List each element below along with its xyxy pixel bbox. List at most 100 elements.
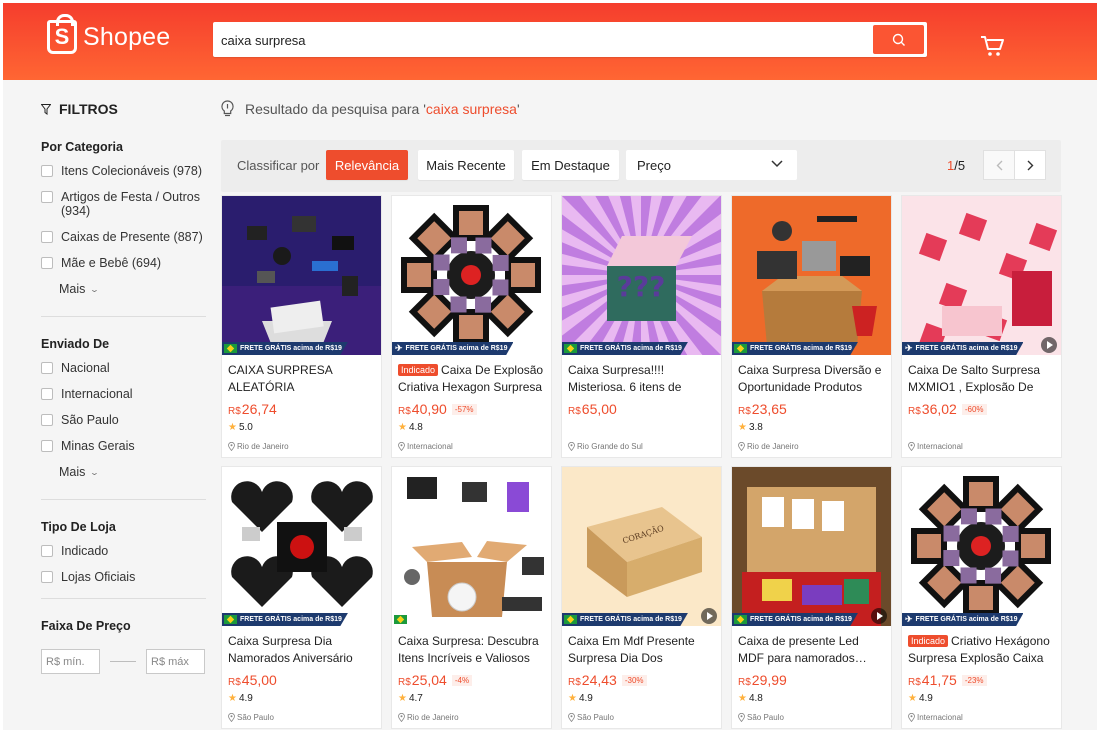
product-price: R$ 25,04 -4% — [398, 672, 473, 688]
search-icon — [892, 33, 905, 46]
price-sort-label: Preço — [637, 157, 671, 173]
checkbox[interactable] — [41, 440, 53, 452]
checkbox[interactable] — [41, 388, 53, 400]
product-rating: ★ 5.0 — [228, 422, 253, 433]
sort-recent-button[interactable]: Mais Recente — [418, 150, 514, 180]
product-card[interactable]: FRETE GRÁTIS acima de R$19 Caixa Surpresa… — [221, 466, 382, 729]
play-icon[interactable] — [871, 608, 887, 624]
filter-title: FILTROS — [59, 101, 118, 117]
filter-option[interactable]: Internacional — [41, 387, 206, 401]
product-card[interactable]: ✈ FRETE GRÁTIS acima de R$19 Indicado Criat… — [901, 466, 1062, 729]
cart-icon[interactable] — [979, 33, 1005, 59]
category-more-button[interactable]: Mais ⌄ — [59, 282, 206, 296]
filter-sidebar: FILTROS Por Categoria Itens Colecionávei… — [41, 98, 206, 674]
product-rating: ★ 3.8 — [738, 422, 763, 433]
location-text: Internacional — [917, 442, 963, 451]
product-name[interactable]: Indicado Caixa De Explosão Criativa Hexag… — [398, 362, 545, 396]
product-image[interactable]: ✈ FRETE GRÁTIS acima de R$19 — [902, 467, 1061, 626]
checkbox[interactable] — [41, 571, 53, 583]
product-image[interactable]: ✈ FRETE GRÁTIS acima de R$19 — [392, 196, 551, 355]
checkbox[interactable] — [41, 362, 53, 374]
product-image[interactable]: ??? FRETE GRÁTIS acima de R$19 — [562, 196, 721, 355]
price-value: 26,74 — [241, 401, 277, 417]
product-rating: ★ 4.9 — [908, 693, 933, 704]
product-name[interactable]: Caixa Em Mdf Presente Surpresa Dia Dos — [568, 633, 715, 667]
filter-option[interactable]: Minas Gerais — [41, 439, 206, 453]
price-sort-select[interactable]: Preço — [626, 150, 797, 180]
product-name[interactable]: Caixa De Salto Surpresa MXMIO1 , Explosã… — [908, 362, 1055, 396]
product-image[interactable]: CORAÇÃO FRETE GRÁTIS acima de R$19 — [562, 467, 721, 626]
rating-value: 4.9 — [238, 693, 253, 704]
shopee-logo[interactable]: S Shopee — [47, 14, 170, 54]
checkbox[interactable] — [41, 414, 53, 426]
play-icon[interactable] — [1041, 337, 1057, 353]
product-name[interactable]: Caixa Surpresa Dia Namorados Aniversário — [228, 633, 375, 667]
location-pin-icon — [568, 442, 575, 451]
price-max-input[interactable]: R$ máx — [146, 649, 205, 674]
product-location: São Paulo — [738, 713, 784, 722]
product-name[interactable]: Caixa de presente Led MDF para namorados… — [738, 633, 885, 667]
filter-option[interactable]: Mãe e Bebê (694) — [41, 256, 206, 270]
product-price: R$ 26,74 — [228, 401, 277, 417]
filter-option[interactable]: Artigos de Festa / Outros (934) — [41, 190, 206, 218]
search-input[interactable] — [221, 30, 861, 50]
product-image[interactable]: FRETE GRÁTIS acima de R$19 — [732, 196, 891, 355]
filter-option[interactable]: Itens Colecionáveis (978) — [41, 164, 206, 178]
product-image[interactable]: FRETE GRÁTIS acima de R$19 — [222, 196, 381, 355]
product-name[interactable]: Caixa Surpresa!!!! Misteriosa. 6 itens d… — [568, 362, 715, 396]
search-button[interactable] — [873, 25, 924, 54]
product-card[interactable]: ✈ FRETE GRÁTIS acima de R$19 Caixa De Salt… — [901, 195, 1062, 458]
product-location: São Paulo — [228, 713, 274, 722]
free-shipping-label: FRETE GRÁTIS acima de R$19 — [750, 345, 852, 352]
product-image[interactable]: ✈ FRETE GRÁTIS acima de R$19 — [902, 196, 1061, 355]
filter-option-label: Mãe e Bebê (694) — [61, 256, 162, 270]
prev-page-button[interactable] — [983, 150, 1015, 180]
checkbox[interactable] — [41, 257, 53, 269]
checkbox[interactable] — [41, 165, 53, 177]
product-name[interactable]: CAIXA SURPRESA ALEATÓRIA — [228, 362, 375, 396]
checkbox[interactable] — [41, 231, 53, 243]
location-pin-icon — [398, 442, 405, 451]
filter-option[interactable]: São Paulo — [41, 413, 206, 427]
product-location: São Paulo — [568, 713, 614, 722]
sort-featured-button[interactable]: Em Destaque — [522, 150, 619, 180]
product-image[interactable]: FRETE GRÁTIS acima de R$19 — [732, 467, 891, 626]
free-shipping-tag: FRETE GRÁTIS acima de R$19 — [222, 613, 348, 626]
product-image[interactable] — [392, 467, 551, 626]
product-name[interactable]: Caixa Surpresa: Descubra Itens Incríveis… — [398, 633, 545, 667]
category-section-title: Por Categoria — [41, 140, 123, 154]
product-card[interactable]: FRETE GRÁTIS acima de R$19 Caixa Surpresa… — [731, 195, 892, 458]
price-value: 45,00 — [241, 672, 277, 688]
chevron-down-icon: ⌄ — [89, 467, 100, 477]
product-card[interactable]: CORAÇÃO FRETE GRÁTIS acima de R$19 Caixa E… — [561, 466, 722, 729]
page-frame: S Shopee FILTROS Por Categoria Itens Col… — [3, 3, 1097, 730]
location-text: São Paulo — [237, 713, 274, 722]
product-card[interactable]: Caixa Surpresa: Descubra Itens Incríveis… — [391, 466, 552, 729]
product-location: Internacional — [398, 442, 453, 451]
product-card[interactable]: FRETE GRÁTIS acima de R$19 Caixa de prese… — [731, 466, 892, 729]
filter-option-label: Indicado — [61, 544, 109, 558]
product-name[interactable]: Caixa Surpresa Diversão e Oportunidade P… — [738, 362, 885, 396]
product-card[interactable]: FRETE GRÁTIS acima de R$19 CAIXA SURPRESA… — [221, 195, 382, 458]
product-card[interactable]: ??? FRETE GRÁTIS acima de R$19 Caixa Surpr… — [561, 195, 722, 458]
product-card[interactable]: ✈ FRETE GRÁTIS acima de R$19 Indicado Caixa… — [391, 195, 552, 458]
discount-badge: -23% — [961, 674, 987, 686]
sort-relevance-button[interactable]: Relevância — [326, 150, 408, 180]
star-icon: ★ — [738, 422, 747, 433]
filter-option[interactable]: Indicado — [41, 544, 206, 558]
checkbox[interactable] — [41, 191, 53, 203]
star-icon: ★ — [568, 693, 577, 704]
divider — [41, 499, 206, 500]
product-name[interactable]: Indicado Criativo Hexágono Surpresa Explo… — [908, 633, 1055, 667]
price-min-input[interactable]: R$ mín. — [41, 649, 100, 674]
next-page-button[interactable] — [1014, 150, 1046, 180]
plane-icon: ✈ — [905, 614, 913, 624]
filter-option[interactable]: Lojas Oficiais — [41, 570, 206, 584]
filter-option[interactable]: Caixas de Presente (887) — [41, 230, 206, 244]
discount-badge: -30% — [621, 674, 647, 686]
play-icon[interactable] — [701, 608, 717, 624]
filter-option[interactable]: Nacional — [41, 361, 206, 375]
checkbox[interactable] — [41, 545, 53, 557]
product-image[interactable]: FRETE GRÁTIS acima de R$19 — [222, 467, 381, 626]
shipping-more-button[interactable]: Mais ⌄ — [59, 465, 206, 479]
